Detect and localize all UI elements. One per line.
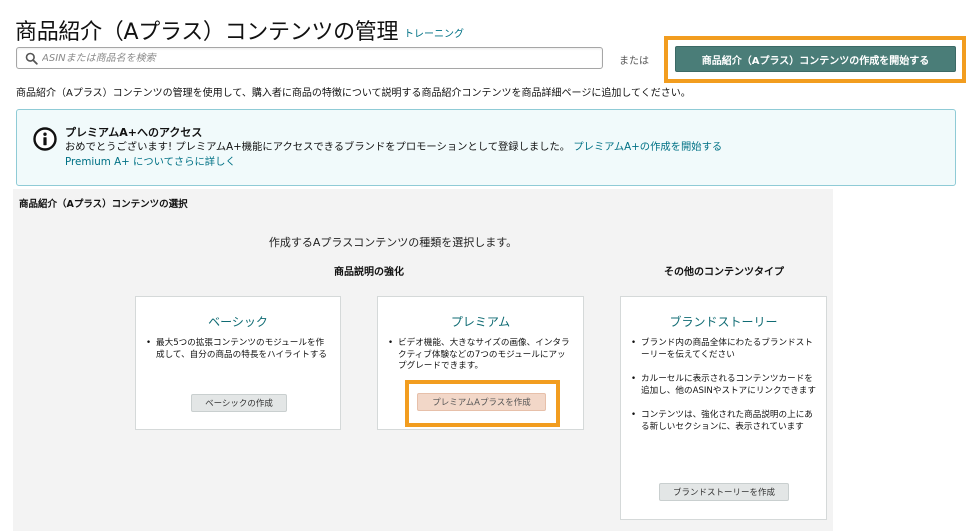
start-premium-link[interactable]: プレミアムA+の作成を開始する	[573, 141, 722, 153]
brand-story-card: ブランドストーリー ブランド内の商品全体にわたるブランドストーリーを伝えてくださ…	[620, 296, 827, 520]
learn-more-premium-link[interactable]: Premium A+ についてさらに詳しく	[65, 156, 236, 168]
alert-body: おめでとうございます! プレミアムA+機能にアクセスできるブランドをプロモーショ…	[65, 140, 722, 155]
group-heading-other: その他のコンテンツタイプ	[664, 267, 784, 278]
premium-access-alert: プレミアムA+へのアクセス おめでとうございます! プレミアムA+機能にアクセス…	[16, 109, 956, 186]
page-description: 商品紹介（Aプラス）コンテンツの管理を使用して、購入者に商品の特徴について説明す…	[16, 88, 691, 99]
feature-item: ブランド内の商品全体にわたるブランドストーリーを伝えてください	[631, 338, 816, 361]
or-label: または	[619, 56, 649, 67]
group-heading-enhanced: 商品説明の強化	[334, 267, 404, 278]
selection-heading: 商品紹介（Aプラス）コンテンツの選択	[19, 199, 188, 210]
info-icon	[33, 127, 57, 151]
create-brand-story-button[interactable]: ブランドストーリーを作成	[659, 483, 789, 501]
search-input[interactable]	[42, 48, 597, 68]
training-link[interactable]: トレーニング	[404, 25, 464, 40]
feature-item: ビデオ機能、大きなサイズの画像、インタラクティブ体験などの7つのモジュールにアッ…	[388, 338, 573, 373]
basic-card: ベーシック 最大5つの拡張コンテンツのモジュールを作成して、自分の商品の特長をハ…	[135, 296, 341, 430]
alert-message: おめでとうございます! プレミアムA+機能にアクセスできるブランドをプロモーショ…	[65, 141, 571, 153]
alert-learn-more: Premium A+ についてさらに詳しく	[65, 155, 236, 170]
premium-button-highlight	[405, 380, 560, 427]
basic-card-features: 最大5つの拡張コンテンツのモジュールを作成して、自分の商品の特長をハイライトする	[146, 338, 330, 374]
feature-item: 最大5つの拡張コンテンツのモジュールを作成して、自分の商品の特長をハイライトする	[146, 338, 330, 361]
search-icon	[25, 52, 38, 65]
search-box[interactable]	[16, 47, 603, 69]
start-aplus-button[interactable]: 商品紹介（Aプラス）コンテンツの作成を開始する	[675, 46, 956, 72]
premium-card-title: プレミアム	[450, 315, 511, 329]
create-basic-button[interactable]: ベーシックの作成	[191, 394, 287, 412]
feature-item: コンテンツは、強化された商品説明の上にある新しいセクションに、表示されています	[631, 410, 816, 433]
brand-story-card-features: ブランド内の商品全体にわたるブランドストーリーを伝えてください カルーセルに表示…	[631, 338, 816, 446]
basic-card-title: ベーシック	[208, 315, 268, 329]
alert-title: プレミアムA+へのアクセス	[65, 126, 203, 139]
brand-story-card-title: ブランドストーリー	[669, 315, 778, 329]
selection-prompt: 作成するAプラスコンテンツの種類を選択します。	[268, 236, 518, 249]
premium-card-features: ビデオ機能、大きなサイズの画像、インタラクティブ体験などの7つのモジュールにアッ…	[388, 338, 573, 386]
page-title: 商品紹介（Aプラス）コンテンツの管理	[15, 20, 399, 45]
feature-item: カルーセルに表示されるコンテンツカードを追加し、他のASINやストアにリンクでき…	[631, 374, 816, 397]
